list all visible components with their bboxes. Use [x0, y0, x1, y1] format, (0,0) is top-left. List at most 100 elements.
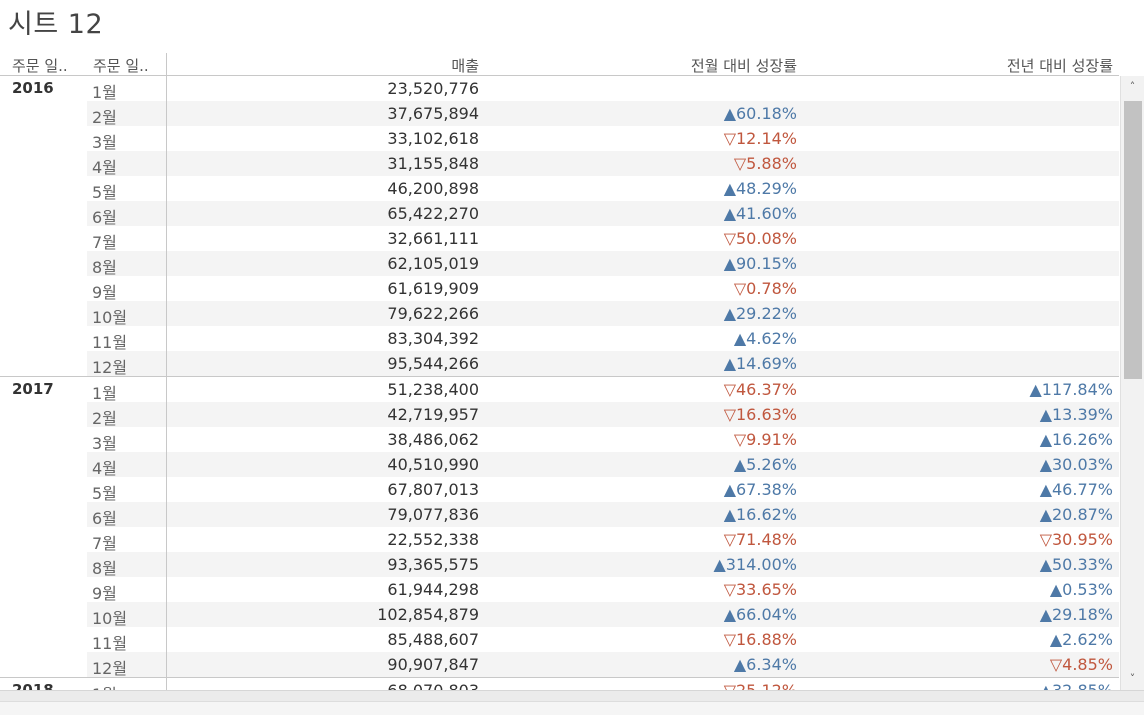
column-header-row: 주문 일.. 주문 일.. 매출 전월 대비 성장률 전년 대비 성장률 — [0, 53, 1119, 76]
year-group: 2017 1월 51,238,400 ▽46.37% ▲117.84% 2월 42,719,… — [0, 377, 1119, 678]
table-row[interactable]: 12월 95,544,266 ▲14.69% — [87, 351, 1119, 377]
table-row[interactable]: 1월 23,520,776 — [87, 76, 1119, 102]
table-row[interactable]: 10월 79,622,266 ▲29.22% — [87, 301, 1119, 327]
mom-growth-cell: ▽46.37% — [723, 380, 797, 399]
table-row[interactable]: 6월 79,077,836 ▲16.62% ▲20.87% — [87, 502, 1119, 528]
month-cell: 3월 — [92, 434, 117, 453]
month-cell: 12월 — [92, 659, 128, 678]
mom-growth-cell: ▲5.26% — [733, 455, 797, 474]
table-row[interactable]: 4월 31,155,848 ▽5.88% — [87, 151, 1119, 177]
table-row[interactable]: 7월 32,661,111 ▽50.08% — [87, 226, 1119, 252]
year-label[interactable]: 2018 — [12, 681, 54, 690]
sales-cell: 65,422,270 — [387, 204, 479, 223]
header-yoy-growth[interactable]: 전년 대비 성장률 — [1007, 55, 1113, 76]
yoy-growth-cell: ▲46.77% — [1039, 480, 1113, 499]
table-row[interactable]: 11월 85,488,607 ▽16.88% ▲2.62% — [87, 627, 1119, 653]
mom-growth-cell: ▲67.38% — [723, 480, 797, 499]
sales-cell: 83,304,392 — [387, 329, 479, 348]
mom-growth-cell: ▲66.04% — [723, 605, 797, 624]
mom-growth-cell: ▽16.88% — [723, 630, 797, 649]
mom-growth-cell: ▲90.15% — [723, 254, 797, 273]
table-row[interactable]: 3월 38,486,062 ▽9.91% ▲16.26% — [87, 427, 1119, 453]
month-cell: 2월 — [92, 108, 117, 127]
table-row[interactable]: 6월 65,422,270 ▲41.60% — [87, 201, 1119, 227]
month-cell: 9월 — [92, 584, 117, 603]
month-cell: 8월 — [92, 559, 117, 578]
month-cell: 10월 — [92, 609, 128, 628]
sales-cell: 67,807,013 — [387, 480, 479, 499]
mom-growth-cell: ▽25.12% — [724, 681, 797, 690]
yoy-growth-cell: ▲2.62% — [1049, 630, 1113, 649]
table-row[interactable]: 1월 68,070,803 ▽25.12% ▲32.85% — [87, 678, 1119, 690]
table-row[interactable]: 9월 61,619,909 ▽0.78% — [87, 276, 1119, 302]
vertical-scrollbar[interactable]: ˄ ˅ — [1120, 76, 1144, 690]
yoy-growth-cell: ▲29.18% — [1039, 605, 1113, 624]
sales-cell: 38,486,062 — [387, 430, 479, 449]
table-row[interactable]: 9월 61,944,298 ▽33.65% ▲0.53% — [87, 577, 1119, 603]
sales-cell: 22,552,338 — [387, 530, 479, 549]
table-row[interactable]: 12월 90,907,847 ▲6.34% ▽4.85% — [87, 652, 1119, 678]
table-row[interactable]: 2월 42,719,957 ▽16.63% ▲13.39% — [87, 402, 1119, 428]
table-row[interactable]: 4월 40,510,990 ▲5.26% ▲30.03% — [87, 452, 1119, 478]
year-label[interactable]: 2017 — [12, 380, 54, 398]
table-row[interactable]: 7월 22,552,338 ▽71.48% ▽30.95% — [87, 527, 1119, 553]
table-row[interactable]: 5월 67,807,013 ▲67.38% ▲46.77% — [87, 477, 1119, 503]
header-divider — [166, 53, 167, 76]
month-cell: 5월 — [92, 484, 117, 503]
table-body: 2016 1월 23,520,776 2월 37,675,894 ▲60.18% 3월 33,… — [0, 76, 1119, 690]
chevron-up-icon[interactable]: ˄ — [1121, 76, 1144, 98]
yoy-growth-cell: ▲32.85% — [1040, 681, 1113, 690]
sales-cell: 79,077,836 — [387, 505, 479, 524]
sales-cell: 85,488,607 — [387, 630, 479, 649]
yoy-growth-cell: ▽30.95% — [1039, 530, 1113, 549]
mom-growth-cell: ▲6.34% — [733, 655, 797, 674]
sales-cell: 90,907,847 — [387, 655, 479, 674]
yoy-growth-cell: ▲13.39% — [1039, 405, 1113, 424]
sales-cell: 46,200,898 — [387, 179, 479, 198]
chevron-down-icon[interactable]: ˅ — [1121, 668, 1144, 690]
mom-growth-cell: ▲314.00% — [713, 555, 798, 574]
table-viewport: 2016 1월 23,520,776 2월 37,675,894 ▲60.18% 3월 33,… — [0, 76, 1119, 690]
sales-cell: 102,854,879 — [377, 605, 479, 624]
sales-cell: 93,365,575 — [387, 555, 479, 574]
year-label[interactable]: 2016 — [12, 79, 54, 97]
month-cell: 8월 — [92, 258, 117, 277]
table-row[interactable]: 2월 37,675,894 ▲60.18% — [87, 101, 1119, 127]
table-row[interactable]: 3월 33,102,618 ▽12.14% — [87, 126, 1119, 152]
month-cell: 1월 — [92, 681, 117, 690]
yoy-growth-cell: ▲16.26% — [1039, 430, 1113, 449]
sales-cell: 61,619,909 — [387, 279, 479, 298]
mom-growth-cell: ▽0.78% — [733, 279, 797, 298]
mom-growth-cell: ▲29.22% — [723, 304, 797, 323]
month-cell: 12월 — [92, 358, 128, 377]
yoy-growth-cell: ▲30.03% — [1039, 455, 1113, 474]
year-group: 2016 1월 23,520,776 2월 37,675,894 ▲60.18% 3월 33,… — [0, 76, 1119, 377]
mom-growth-cell: ▲60.18% — [723, 104, 797, 123]
header-mom-growth[interactable]: 전월 대비 성장률 — [691, 55, 797, 76]
mom-growth-cell: ▽5.88% — [733, 154, 797, 173]
yoy-growth-cell: ▲50.33% — [1039, 555, 1113, 574]
sales-cell: 33,102,618 — [387, 129, 479, 148]
yoy-growth-cell: ▲20.87% — [1039, 505, 1113, 524]
month-cell: 2월 — [92, 409, 117, 428]
header-order-date-month[interactable]: 주문 일.. — [93, 55, 149, 76]
mom-growth-cell: ▲14.69% — [723, 354, 797, 373]
table-row[interactable]: 1월 51,238,400 ▽46.37% ▲117.84% — [87, 377, 1119, 403]
header-sales[interactable]: 매출 — [451, 55, 479, 76]
scrollbar-thumb[interactable] — [1124, 101, 1142, 379]
mom-growth-cell: ▲4.62% — [733, 329, 797, 348]
month-cell: 7월 — [92, 534, 117, 553]
table-row[interactable]: 8월 62,105,019 ▲90.15% — [87, 251, 1119, 277]
mom-growth-cell: ▽50.08% — [723, 229, 797, 248]
month-cell: 1월 — [92, 384, 117, 403]
header-order-date-year[interactable]: 주문 일.. — [12, 55, 68, 76]
table-row[interactable]: 11월 83,304,392 ▲4.62% — [87, 326, 1119, 352]
table-row[interactable]: 8월 93,365,575 ▲314.00% ▲50.33% — [87, 552, 1119, 578]
sales-cell: 95,544,266 — [387, 354, 479, 373]
mom-growth-cell: ▽16.63% — [723, 405, 797, 424]
table-row[interactable]: 10월 102,854,879 ▲66.04% ▲29.18% — [87, 602, 1119, 628]
sales-cell: 31,155,848 — [387, 154, 479, 173]
table-row[interactable]: 5월 46,200,898 ▲48.29% — [87, 176, 1119, 202]
month-cell: 11월 — [92, 634, 128, 653]
sales-cell: 42,719,957 — [387, 405, 479, 424]
